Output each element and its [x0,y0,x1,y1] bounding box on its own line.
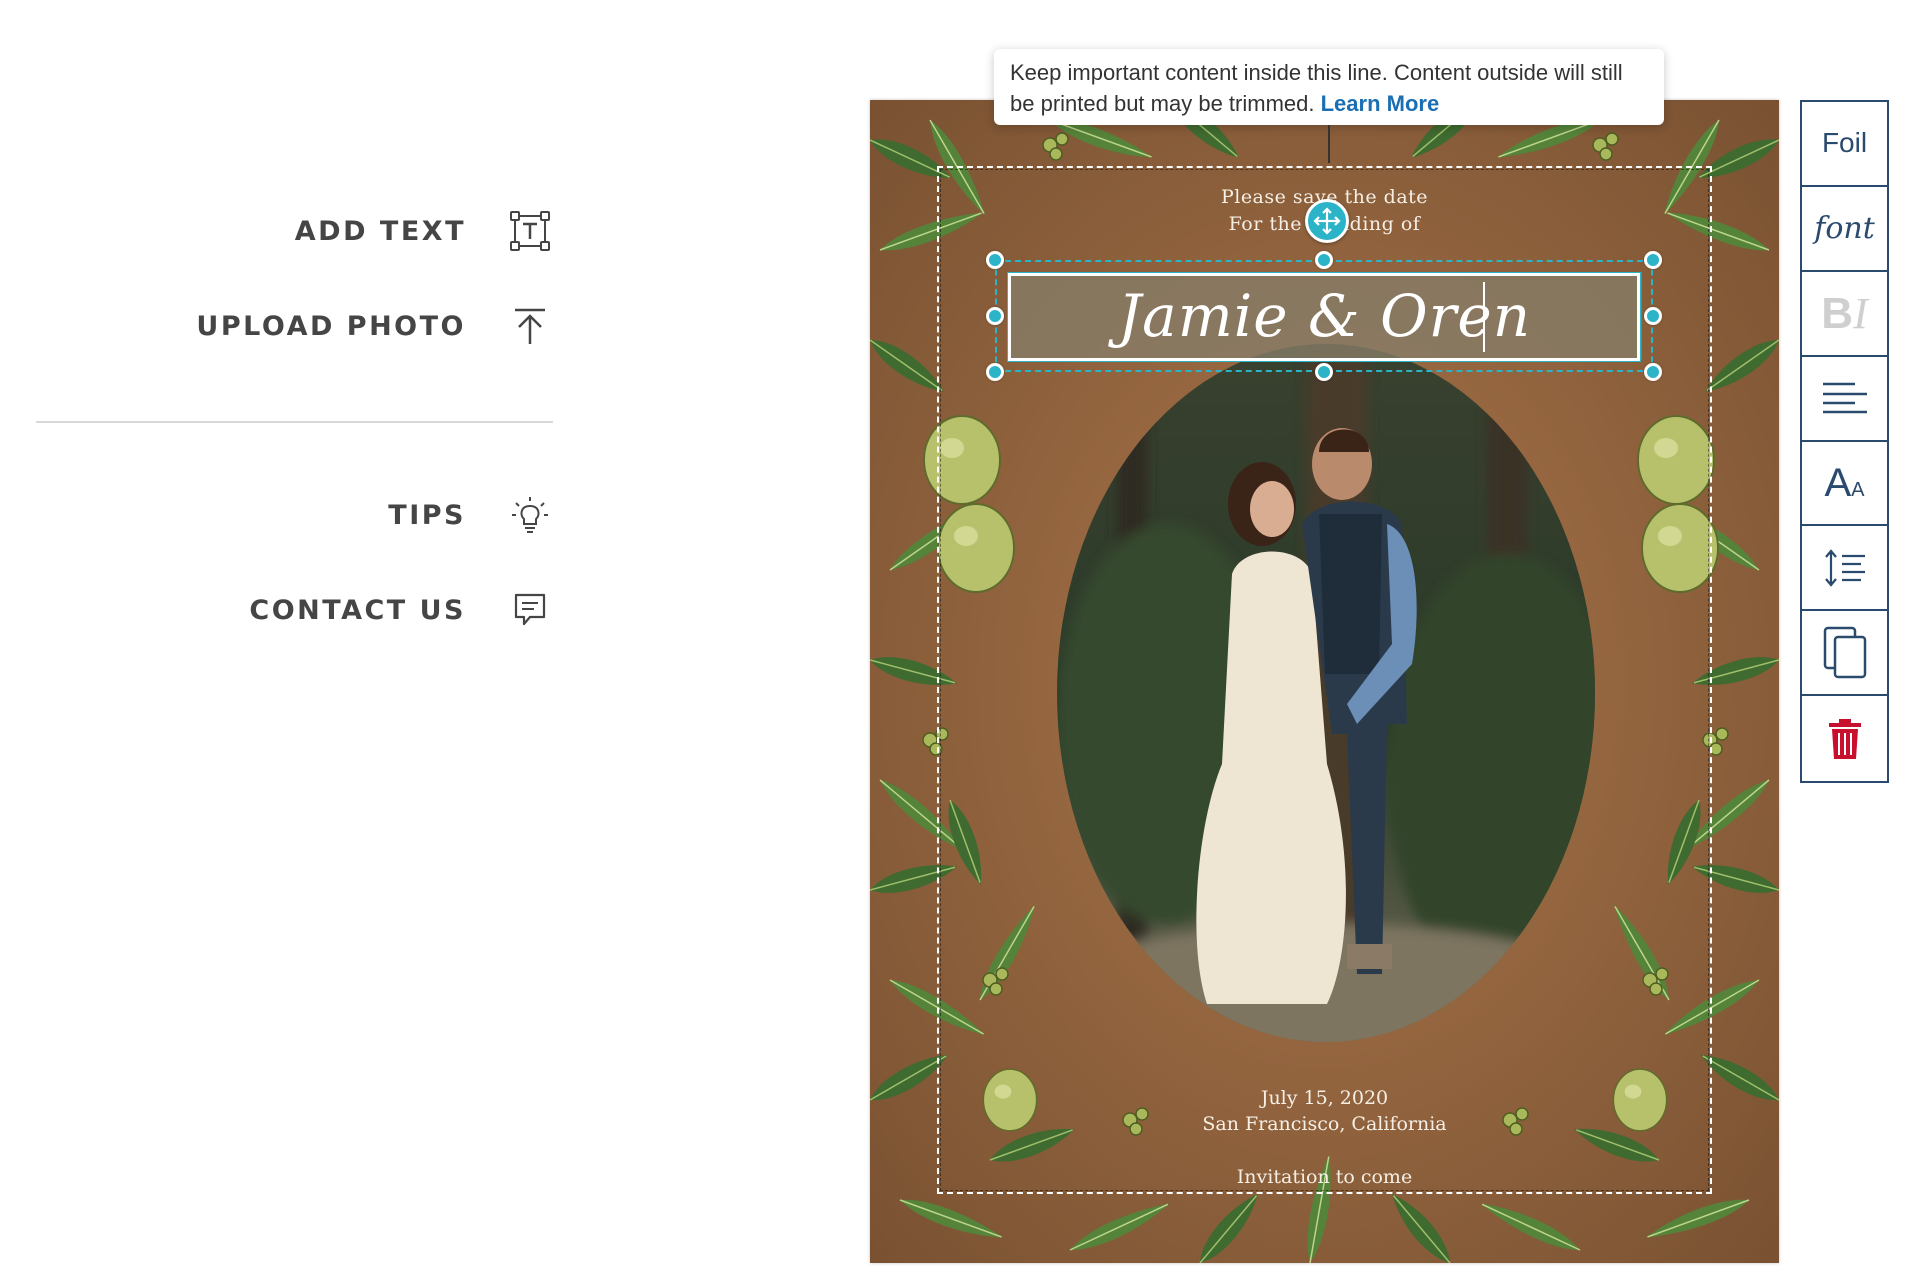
resize-handle-bottom-left[interactable] [986,363,1004,381]
tooltip-text: Keep important content inside this line.… [1010,60,1623,116]
align-left-icon [1822,382,1867,414]
upload-photo-label: UPLOAD PHOTO [196,310,466,342]
bold-italic-label: BI [1821,288,1867,339]
selected-text-frame[interactable] [1008,273,1640,361]
side-menu: ADD TEXT UPLOAD PHOTO TIPS CONTACT US [0,0,560,1274]
duplicate-icon [1823,626,1866,679]
move-handle[interactable] [1305,199,1349,243]
delete-button[interactable] [1802,696,1887,781]
add-text-button[interactable]: ADD TEXT [0,201,560,261]
size-big-label: A [1824,460,1852,505]
resize-handle-left[interactable] [986,307,1004,325]
text-cursor [1483,282,1485,352]
resize-handle-right[interactable] [1644,307,1662,325]
resize-handle-bottom-right[interactable] [1644,363,1662,381]
text-size-button[interactable]: AA [1802,442,1887,527]
wedding-date[interactable]: July 15, 2020 [870,1087,1779,1109]
menu-divider [36,421,553,423]
trash-icon [1828,718,1861,759]
contact-us-button[interactable]: CONTACT US [0,580,560,640]
move-arrows-icon [1313,207,1341,235]
foil-label: Foil [1821,127,1868,159]
font-button[interactable]: font [1802,187,1887,272]
text-box-icon [508,209,552,253]
size-small-label: A [1851,478,1865,501]
text-toolbar: Foil font BI AA [1800,100,1889,783]
font-label: font [1814,210,1875,246]
resize-handle-top-right[interactable] [1644,251,1662,269]
resize-handle-top-left[interactable] [986,251,1004,269]
tips-button[interactable]: TIPS [0,485,560,545]
invitation-note[interactable]: Invitation to come [870,1166,1779,1188]
learn-more-link[interactable]: Learn More [1321,91,1440,116]
duplicate-button[interactable] [1802,611,1887,697]
line-spacing-icon [1824,549,1865,587]
lightbulb-icon [508,493,552,537]
couple-photo[interactable] [1057,344,1595,1042]
resize-handle-top[interactable] [1315,251,1333,269]
safe-area-tooltip: Keep important content inside this line.… [994,49,1664,125]
tips-label: TIPS [388,499,466,531]
bold-label: B [1821,288,1854,338]
tooltip-pointer [1328,125,1330,163]
chat-bubble-icon [508,588,552,632]
text-size-icon: AA [1824,461,1864,506]
foil-button[interactable]: Foil [1802,102,1887,187]
italic-label: I [1853,288,1868,338]
resize-handle-bottom[interactable] [1315,363,1333,381]
contact-us-label: CONTACT US [249,594,466,626]
upload-photo-button[interactable]: UPLOAD PHOTO [0,296,560,356]
add-text-label: ADD TEXT [294,215,466,247]
bold-italic-button[interactable]: BI [1802,272,1887,357]
upload-arrow-icon [508,304,552,348]
text-align-button[interactable] [1802,357,1887,442]
line-spacing-button[interactable] [1802,526,1887,612]
wedding-location[interactable]: San Francisco, California [870,1113,1779,1135]
